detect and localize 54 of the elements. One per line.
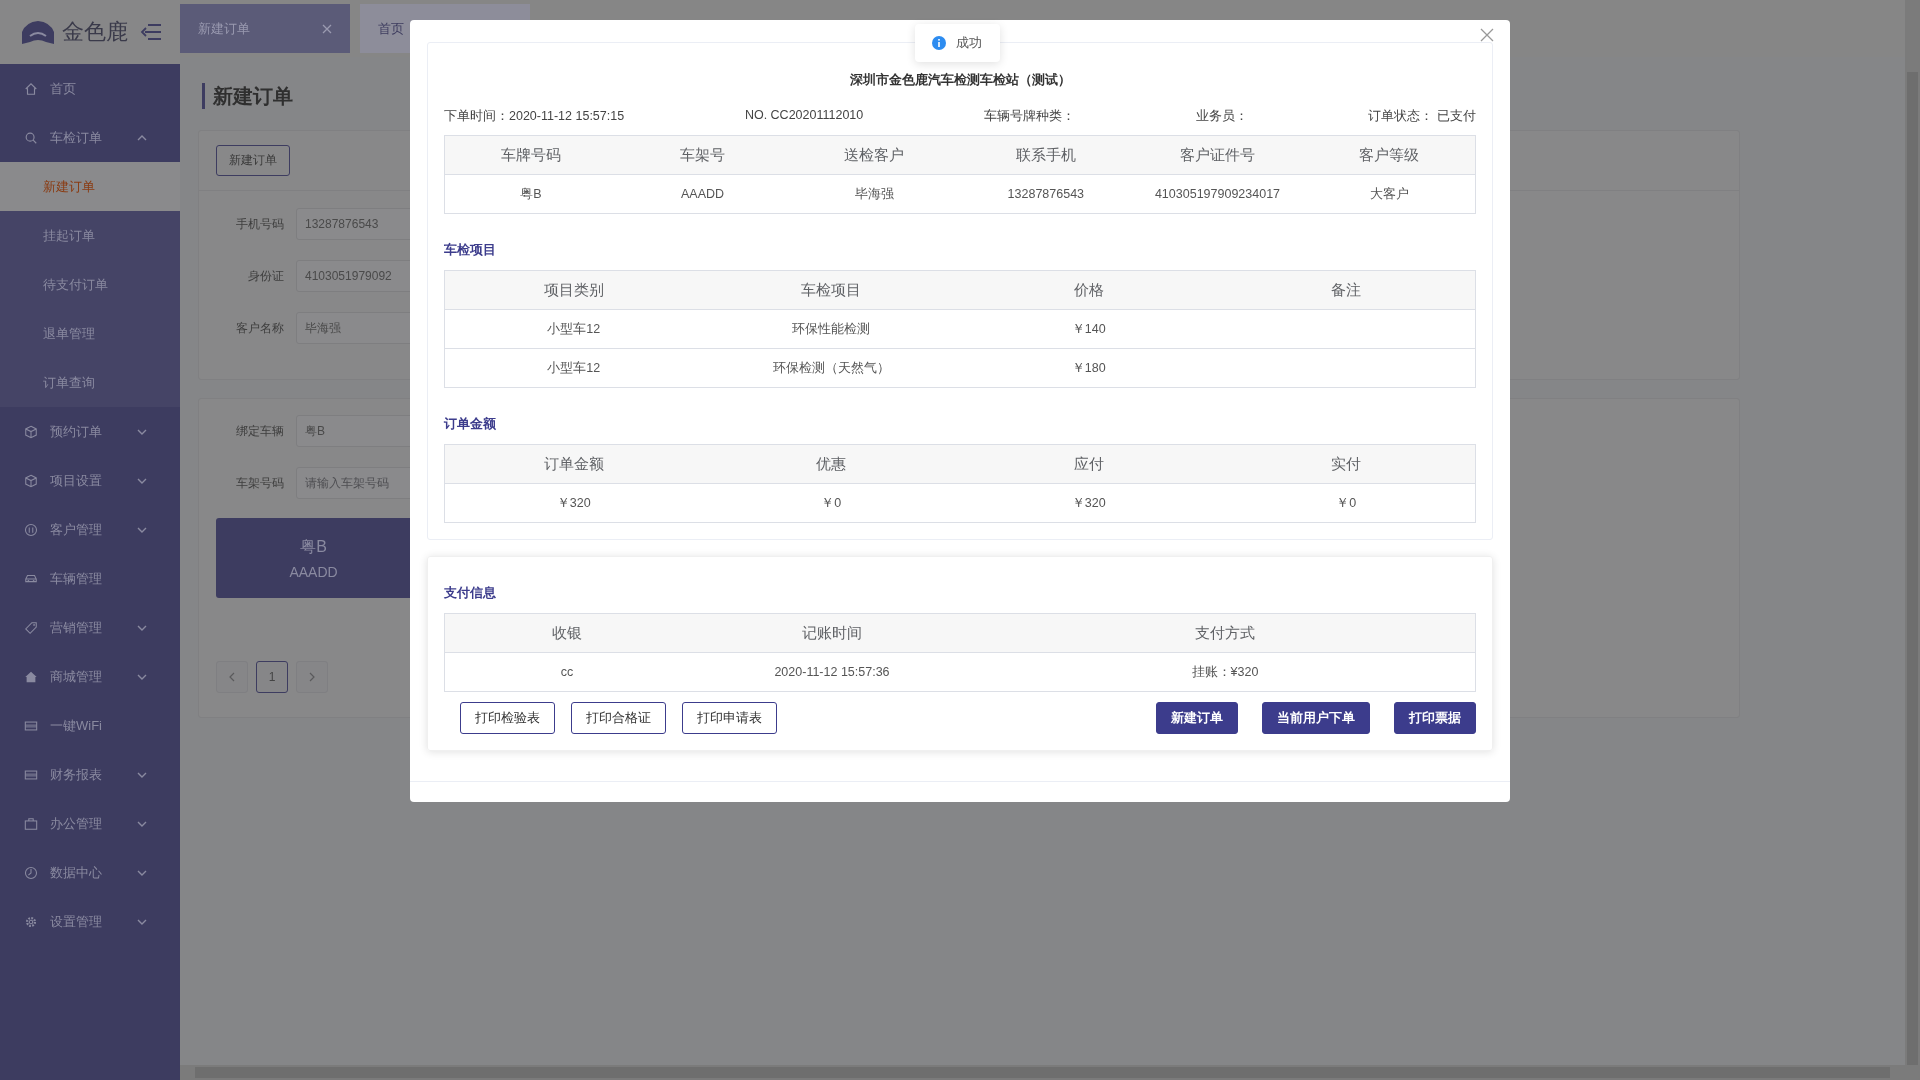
column-header: 优惠: [702, 445, 960, 484]
plate-text: 粤B: [300, 536, 327, 557]
table-cell: 毕海强: [788, 175, 960, 214]
section-title: 订单金额: [444, 416, 497, 433]
toast-text: 成功: [956, 34, 982, 52]
table-cell: ￥320: [960, 484, 1218, 523]
column-header: 联系手机: [960, 136, 1132, 175]
table-cell: 410305197909234017: [1131, 175, 1304, 214]
column-header: 客户证件号: [1131, 136, 1304, 175]
order-info: 订单状态： 已支付: [1368, 108, 1476, 125]
table-cell: 环保性能检测: [702, 310, 960, 349]
logo-text: 金色鹿: [62, 18, 128, 46]
table-cell: ￥0: [1217, 484, 1475, 523]
receipt-title: 深圳市金色鹿汽车检测车检站（测试）: [848, 71, 1072, 89]
column-header: 应付: [960, 445, 1218, 484]
table-cell: cc: [445, 653, 689, 692]
table-cell: AAADD: [616, 175, 789, 214]
column-header: 价格: [960, 271, 1218, 310]
page-title: 新建订单: [202, 83, 293, 109]
table-cell: 13287876543: [960, 175, 1132, 214]
order-info: 业务员：: [1195, 108, 1248, 125]
order-info: 下单时间：2020-11-12 15:57:15: [444, 108, 625, 125]
table-cell: 环保检测（天然气）: [702, 349, 960, 388]
field-label: 身份证: [247, 267, 284, 285]
order-info: NO. CC20201112010: [744, 108, 864, 124]
field-label: 绑定车辆: [235, 422, 284, 440]
table-cell: ￥0: [702, 484, 960, 523]
table-cell: 小型车12: [445, 310, 703, 349]
field-label: 客户名称: [235, 319, 284, 337]
column-header: 车检项目: [702, 271, 960, 310]
column-header: 记账时间: [689, 614, 975, 653]
table-cell: 挂账：¥320: [975, 653, 1475, 692]
table-cell: 粤B: [445, 175, 617, 214]
field-label: 手机号码: [235, 215, 284, 233]
table-cell: ￥320: [445, 484, 703, 523]
column-header: 订单金额: [445, 445, 703, 484]
table-cell: 2020-11-12 15:57:36: [689, 653, 975, 692]
table-cell: ￥140: [960, 310, 1218, 349]
frame-number: AAADD: [289, 563, 338, 580]
column-header: 车架号: [616, 136, 789, 175]
column-header: 收银: [445, 614, 689, 653]
table-cell: 小型车12: [445, 349, 703, 388]
table-cell: 大客户: [1303, 175, 1475, 214]
column-header: 支付方式: [975, 614, 1475, 653]
order-info: 车辆号牌种类：: [984, 108, 1075, 125]
column-header: 车牌号码: [445, 136, 617, 175]
column-header: 项目类别: [445, 271, 703, 310]
column-header: 备注: [1217, 271, 1475, 310]
column-header: 送检客户: [788, 136, 960, 175]
table-cell: ￥180: [960, 349, 1218, 388]
field-label: 车架号码: [235, 474, 284, 492]
section-title: 车检项目: [444, 242, 497, 259]
column-header: 实付: [1217, 445, 1475, 484]
column-header: 客户等级: [1303, 136, 1475, 175]
